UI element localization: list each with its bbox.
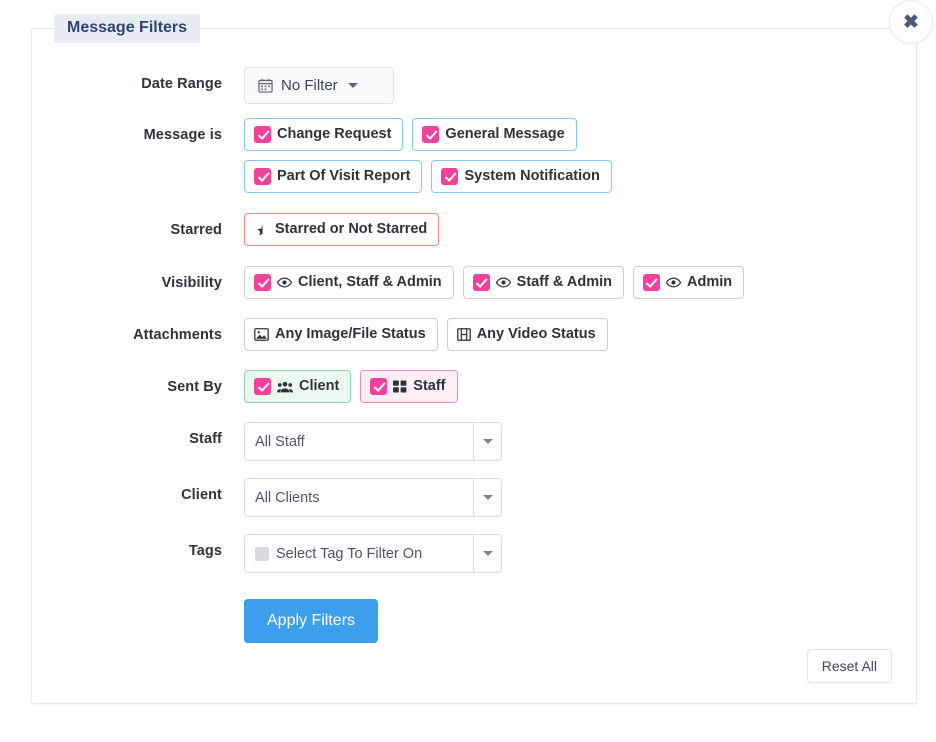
tags-select[interactable]: Select Tag To Filter On	[244, 534, 502, 573]
chip-label: System Notification	[464, 168, 600, 184]
tag-color-swatch-icon	[255, 546, 269, 561]
checkbox-checked-icon[interactable]	[254, 168, 271, 185]
chip-label: Admin	[686, 274, 733, 290]
field-staff: All Staff	[244, 422, 502, 461]
checkbox-checked-icon[interactable]	[422, 126, 440, 143]
staff-select[interactable]: All Staff	[244, 422, 502, 461]
field-tags: Select Tag To Filter On	[244, 534, 502, 573]
tags-select-value-wrap: Select Tag To Filter On	[245, 535, 473, 572]
field-client: All Clients	[244, 478, 502, 517]
chip-admin[interactable]: Admin	[632, 266, 745, 299]
field-visibility: Client, Staff & Admin Staff & Admin Admi…	[244, 266, 745, 299]
field-actions: Apply Filters	[244, 599, 379, 643]
chip-label: General Message	[445, 126, 565, 142]
checkbox-checked-icon[interactable]	[254, 274, 271, 291]
field-starred: Starred or Not Starred	[244, 213, 440, 246]
label-visibility: Visibility	[161, 275, 222, 291]
chip-part-of-visit-report[interactable]: Part Of Visit Report	[244, 160, 423, 193]
field-message-is: Change Request General Message Part Of V…	[244, 118, 734, 193]
field-sent-by: Client Staff	[244, 370, 458, 403]
checkbox-checked-icon[interactable]	[370, 378, 388, 395]
calendar-icon	[258, 78, 273, 93]
date-range-value: No Filter	[281, 77, 338, 94]
chevron-down-icon[interactable]	[473, 479, 501, 516]
checkbox-checked-icon[interactable]	[254, 378, 271, 395]
label-starred: Starred	[170, 222, 222, 238]
client-select[interactable]: All Clients	[244, 478, 502, 517]
chip-general-message[interactable]: General Message	[412, 118, 577, 151]
tags-select-value: Select Tag To Filter On	[276, 545, 423, 562]
filter-row-actions: Apply Filters	[32, 599, 916, 643]
checkbox-checked-icon[interactable]	[472, 274, 490, 291]
filter-row-sent-by: Sent By Client Staff	[32, 370, 916, 403]
chevron-down-icon[interactable]	[473, 535, 501, 572]
checkbox-checked-icon[interactable]	[441, 168, 459, 185]
eye-icon	[495, 277, 511, 288]
label-client: Client	[181, 487, 222, 503]
date-range-button[interactable]: No Filter	[244, 67, 394, 104]
chevron-down-icon[interactable]	[473, 423, 501, 460]
filter-row-message-is: Message is Change Request General Messag…	[32, 118, 916, 193]
label-actions-spacer	[32, 599, 244, 608]
grid-icon	[393, 380, 407, 393]
label-message-is: Message is	[143, 127, 222, 143]
chip-any-image-file-status[interactable]: Any Image/File Status	[244, 318, 438, 351]
chip-label: Client, Staff & Admin	[298, 274, 442, 290]
label-sent-by: Sent By	[167, 379, 222, 395]
filter-row-client: Client All Clients	[32, 478, 916, 517]
filter-row-date-range: Date Range No Filter	[32, 67, 916, 104]
chip-label: Part Of Visit Report	[277, 168, 411, 184]
filter-row-tags: Tags Select Tag To Filter On	[32, 534, 916, 573]
chip-sent-by-client[interactable]: Client	[244, 370, 352, 403]
page-title: Message Filters	[54, 14, 201, 43]
chip-client-staff-admin[interactable]: Client, Staff & Admin	[244, 266, 454, 299]
chip-label: Starred or Not Starred	[275, 221, 428, 237]
filters-screen: Date Range No Filter Message is Change R…	[0, 0, 936, 742]
checkbox-checked-icon[interactable]	[642, 274, 660, 291]
eye-icon	[277, 277, 292, 288]
reset-all-button[interactable]: Reset All	[806, 649, 892, 683]
chip-any-video-status[interactable]: Any Video Status	[446, 318, 608, 351]
checkbox-checked-icon[interactable]	[254, 126, 271, 143]
label-attachments: Attachments	[133, 327, 222, 343]
chip-staff-admin[interactable]: Staff & Admin	[462, 266, 624, 299]
film-icon	[456, 328, 471, 341]
field-attachments: Any Image/File Status Any Video Status	[244, 318, 608, 351]
users-icon	[277, 381, 293, 393]
close-icon[interactable]: ✖	[889, 0, 933, 44]
filter-row-starred: Starred Starred or Not Starred	[32, 213, 916, 246]
chevron-down-icon	[347, 83, 358, 88]
chip-label: Change Request	[277, 126, 392, 142]
field-date-range: No Filter	[244, 67, 394, 104]
chip-label: Client	[299, 378, 340, 394]
chip-label: Staff & Admin	[516, 274, 612, 290]
filter-row-staff: Staff All Staff	[32, 422, 916, 461]
chip-sent-by-staff[interactable]: Staff	[360, 370, 458, 403]
chip-starred-or-not-starred[interactable]: Starred or Not Starred	[244, 213, 440, 246]
chip-label: Any Video Status	[476, 326, 596, 342]
filter-row-visibility: Visibility Client, Staff & Admin Staff &…	[32, 266, 916, 299]
chip-label: Staff	[413, 378, 446, 394]
filters-form: Date Range No Filter Message is Change R…	[32, 67, 916, 657]
star-half-icon	[256, 223, 269, 237]
apply-filters-button[interactable]: Apply Filters	[244, 599, 379, 643]
chip-label: Any Image/File Status	[275, 326, 426, 342]
label-tags: Tags	[188, 543, 222, 559]
image-icon	[254, 328, 269, 341]
staff-select-value: All Staff	[255, 433, 305, 450]
eye-icon	[665, 277, 681, 288]
client-select-value: All Clients	[255, 489, 320, 506]
label-staff: Staff	[189, 431, 222, 447]
chip-change-request[interactable]: Change Request	[244, 118, 404, 151]
message-filters-panel: Date Range No Filter Message is Change R…	[31, 28, 917, 704]
chip-system-notification[interactable]: System Notification	[431, 160, 612, 193]
filter-row-attachments: Attachments Any Image/File Status Any Vi…	[32, 318, 916, 351]
label-date-range: Date Range	[141, 76, 222, 92]
